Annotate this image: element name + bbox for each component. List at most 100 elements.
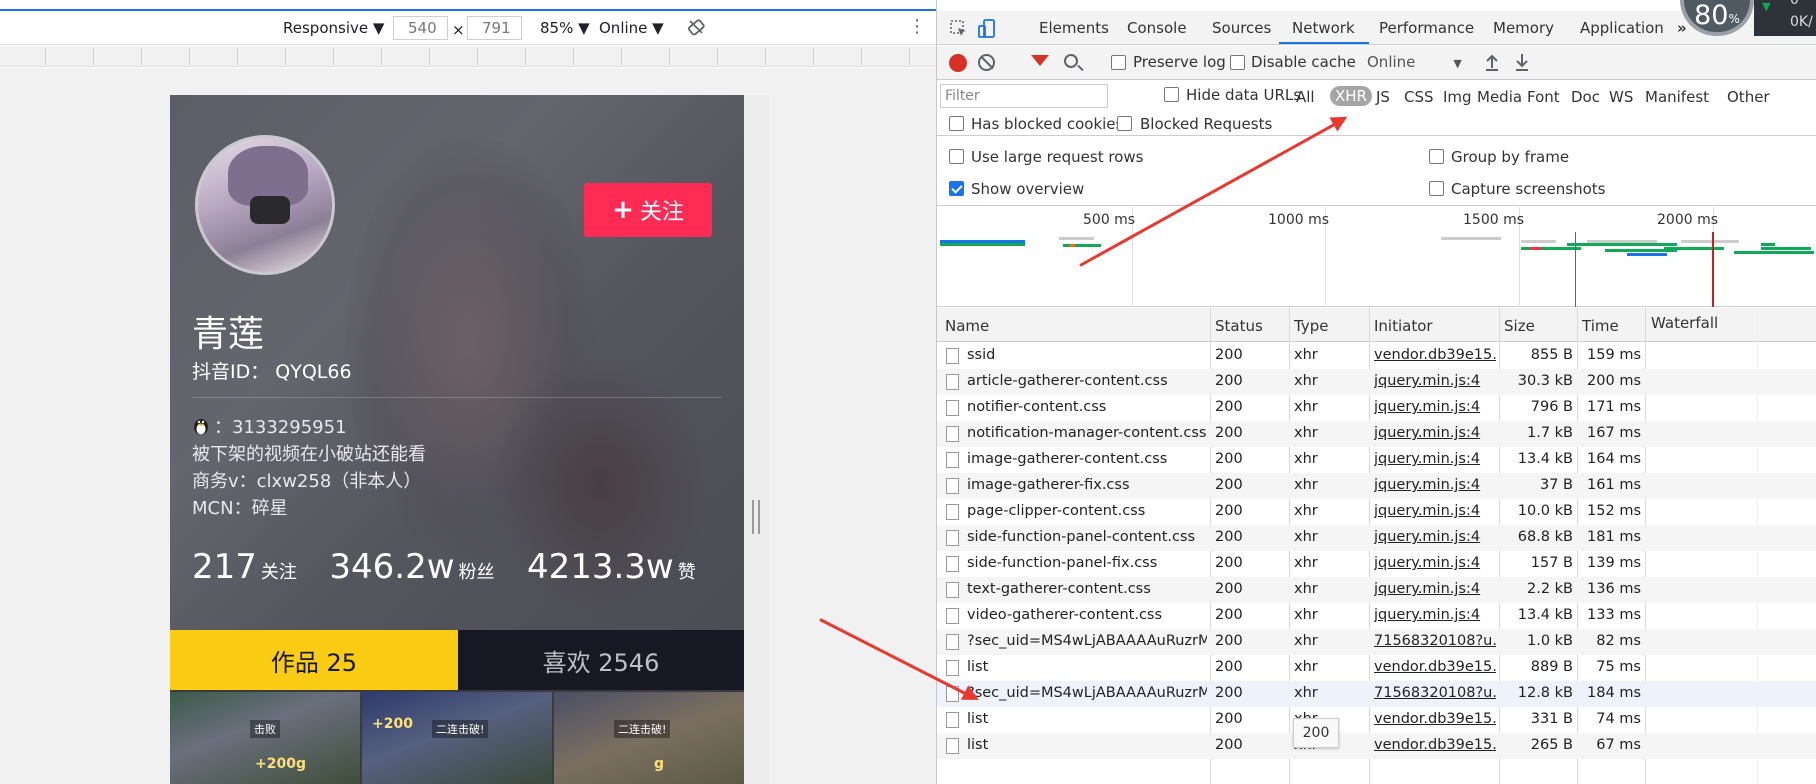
cell-name[interactable]: ?sec_uid=MS4wLjABAAAAuRuzrM...: [967, 685, 1207, 701]
cell-name[interactable]: notifier-content.css: [967, 399, 1207, 415]
cell-name[interactable]: video-gatherer-content.css: [967, 607, 1207, 623]
tab-works[interactable]: 作品 25: [170, 630, 458, 690]
cell-name[interactable]: notification-manager-content.css: [967, 425, 1207, 441]
throttle-select[interactable]: Online ▼: [1367, 53, 1462, 71]
disable-cache-checkbox[interactable]: [1230, 55, 1245, 70]
tab-elements[interactable]: Elements: [1039, 19, 1109, 37]
cell-initiator[interactable]: jquery.min.js:4: [1374, 425, 1496, 441]
table-row[interactable]: image-gatherer-fix.css 200 xhr jquery.min.j…: [937, 473, 1816, 499]
tab-sources[interactable]: Sources: [1212, 19, 1271, 37]
table-row[interactable]: side-function-panel-content.css 200 xhr jqu…: [937, 525, 1816, 551]
capture-screenshots-checkbox[interactable]: [1429, 181, 1444, 196]
search-icon[interactable]: [1064, 54, 1078, 68]
table-row[interactable]: article-gatherer-content.css 200 xhr jquery…: [937, 369, 1816, 395]
type-filter-font[interactable]: Font: [1527, 88, 1560, 106]
cell-initiator[interactable]: vendor.db39e15...: [1374, 659, 1496, 675]
tab-console[interactable]: Console: [1127, 19, 1187, 37]
group-by-frame-checkbox[interactable]: [1429, 149, 1444, 164]
show-overview-checkbox[interactable]: [949, 181, 964, 196]
inspect-element-icon[interactable]: [949, 19, 969, 43]
table-row[interactable]: list200xhrvendor.db39e15...331 B74 ms: [937, 707, 1816, 733]
video-thumbnail[interactable]: 二连击破! g: [554, 692, 744, 784]
cell-name[interactable]: article-gatherer-content.css: [967, 373, 1207, 389]
has-blocked-cookies-checkbox[interactable]: [949, 116, 964, 131]
type-filter-media[interactable]: Media: [1477, 88, 1522, 106]
table-row[interactable]: ?sec_uid=MS4wLjABAAAAuRuzrM... 200 xhr 7156…: [937, 681, 1816, 707]
more-options-icon[interactable]: ⋮: [908, 16, 926, 37]
blocked-requests-checkbox[interactable]: [1117, 116, 1132, 131]
table-row[interactable]: ?sec_uid=MS4wLjABAAAAuRuzrM... 200 xhr 7156…: [937, 629, 1816, 655]
cell-initiator[interactable]: jquery.min.js:4: [1374, 555, 1496, 571]
column-waterfall[interactable]: Waterfall: [1651, 314, 1718, 332]
import-har-icon[interactable]: [1483, 52, 1501, 76]
cell-name[interactable]: list: [967, 737, 1207, 753]
type-filter-ws[interactable]: WS: [1609, 88, 1633, 106]
type-filter-js[interactable]: JS: [1376, 88, 1390, 106]
cell-initiator[interactable]: jquery.min.js:4: [1374, 477, 1496, 493]
table-row[interactable]: notification-manager-content.css 200 xhr jq…: [937, 421, 1816, 447]
width-input[interactable]: 540: [393, 16, 448, 40]
table-row[interactable]: ssid 200 xhr vendor.db39e15... 855 B 159 ms: [937, 343, 1816, 369]
cell-initiator[interactable]: jquery.min.js:4: [1374, 373, 1496, 389]
resize-handle[interactable]: [752, 500, 760, 534]
cell-initiator[interactable]: jquery.min.js:4: [1374, 529, 1496, 545]
tab-likes[interactable]: 喜欢 2546: [458, 630, 744, 690]
column-initiator[interactable]: Initiator: [1374, 317, 1433, 335]
cell-name[interactable]: list: [967, 711, 1207, 727]
type-filter-other[interactable]: Other: [1727, 88, 1770, 106]
type-filter-all[interactable]: All: [1296, 88, 1315, 106]
type-filter-manifest[interactable]: Manifest: [1645, 88, 1709, 106]
column-size[interactable]: Size: [1504, 317, 1535, 335]
tab-performance[interactable]: Performance: [1379, 19, 1474, 37]
filter-input[interactable]: Filter: [940, 84, 1108, 108]
follow-button[interactable]: + 关注: [584, 183, 712, 237]
device-mode-select[interactable]: Responsive ▼: [283, 19, 384, 37]
cell-initiator[interactable]: jquery.min.js:4: [1374, 399, 1496, 415]
following-count[interactable]: 217: [192, 547, 257, 587]
height-input[interactable]: 791: [467, 16, 522, 40]
large-rows-checkbox[interactable]: [949, 149, 964, 164]
network-throttle-select[interactable]: Online ▼: [599, 19, 664, 37]
cell-name[interactable]: side-function-panel-fix.css: [967, 555, 1207, 571]
tab-application[interactable]: Application: [1580, 19, 1664, 37]
type-filter-img[interactable]: Img: [1443, 88, 1472, 106]
cell-initiator[interactable]: jquery.min.js:4: [1374, 607, 1496, 623]
cell-name[interactable]: page-clipper-content.css: [967, 503, 1207, 519]
table-row[interactable]: image-gatherer-content.css 200 xhr jquery.m…: [937, 447, 1816, 473]
video-thumbnail[interactable]: 二连击破! +200: [362, 692, 552, 784]
table-row[interactable]: video-gatherer-content.css 200 xhr jquery.m…: [937, 603, 1816, 629]
column-type[interactable]: Type: [1294, 317, 1328, 335]
cell-name[interactable]: side-function-panel-content.css: [967, 529, 1207, 545]
cell-initiator[interactable]: vendor.db39e15...: [1374, 347, 1496, 363]
cell-initiator[interactable]: jquery.min.js:4: [1374, 451, 1496, 467]
type-filter-doc[interactable]: Doc: [1571, 88, 1600, 106]
cell-name[interactable]: image-gatherer-fix.css: [967, 477, 1207, 493]
network-overview[interactable]: 500 ms 1000 ms 1500 ms 2000 ms: [937, 207, 1816, 307]
avatar[interactable]: [195, 135, 335, 275]
table-row[interactable]: list 200 xhr vendor.db39e15... 889 B 75 ms: [937, 655, 1816, 681]
hide-data-urls-checkbox[interactable]: [1164, 87, 1179, 102]
cell-name[interactable]: list: [967, 659, 1207, 675]
fans-count[interactable]: 346.2w: [329, 547, 454, 587]
rotate-icon[interactable]: [686, 17, 706, 41]
filter-icon[interactable]: [1031, 55, 1049, 66]
export-har-icon[interactable]: [1513, 52, 1531, 76]
column-status[interactable]: Status: [1215, 317, 1263, 335]
table-row[interactable]: list200xhrvendor.db39e15...265 B67 ms: [937, 733, 1816, 759]
cell-name[interactable]: ?sec_uid=MS4wLjABAAAAuRuzrM...: [967, 633, 1207, 649]
cell-initiator[interactable]: vendor.db39e15...: [1374, 711, 1496, 727]
cell-initiator[interactable]: jquery.min.js:4: [1374, 581, 1496, 597]
table-row[interactable]: notifier-content.css 200 xhr jquery.min.js:…: [937, 395, 1816, 421]
table-row[interactable]: side-function-panel-fix.css 200 xhr jquery.…: [937, 551, 1816, 577]
tab-memory[interactable]: Memory: [1493, 19, 1554, 37]
cell-name[interactable]: text-gatherer-content.css: [967, 581, 1207, 597]
table-row[interactable]: text-gatherer-content.css 200 xhr jquery.mi…: [937, 577, 1816, 603]
zoom-select[interactable]: 85% ▼: [540, 19, 590, 37]
tab-network[interactable]: Network: [1292, 19, 1355, 37]
device-toggle-icon[interactable]: [977, 18, 999, 44]
table-row[interactable]: page-clipper-content.css 200 xhr jquery.min…: [937, 499, 1816, 525]
type-filter-css[interactable]: CSS: [1404, 88, 1434, 106]
cell-initiator[interactable]: vendor.db39e15...: [1374, 737, 1496, 753]
column-name[interactable]: Name: [945, 317, 989, 335]
more-tabs-chevron-icon[interactable]: »: [1677, 19, 1687, 37]
